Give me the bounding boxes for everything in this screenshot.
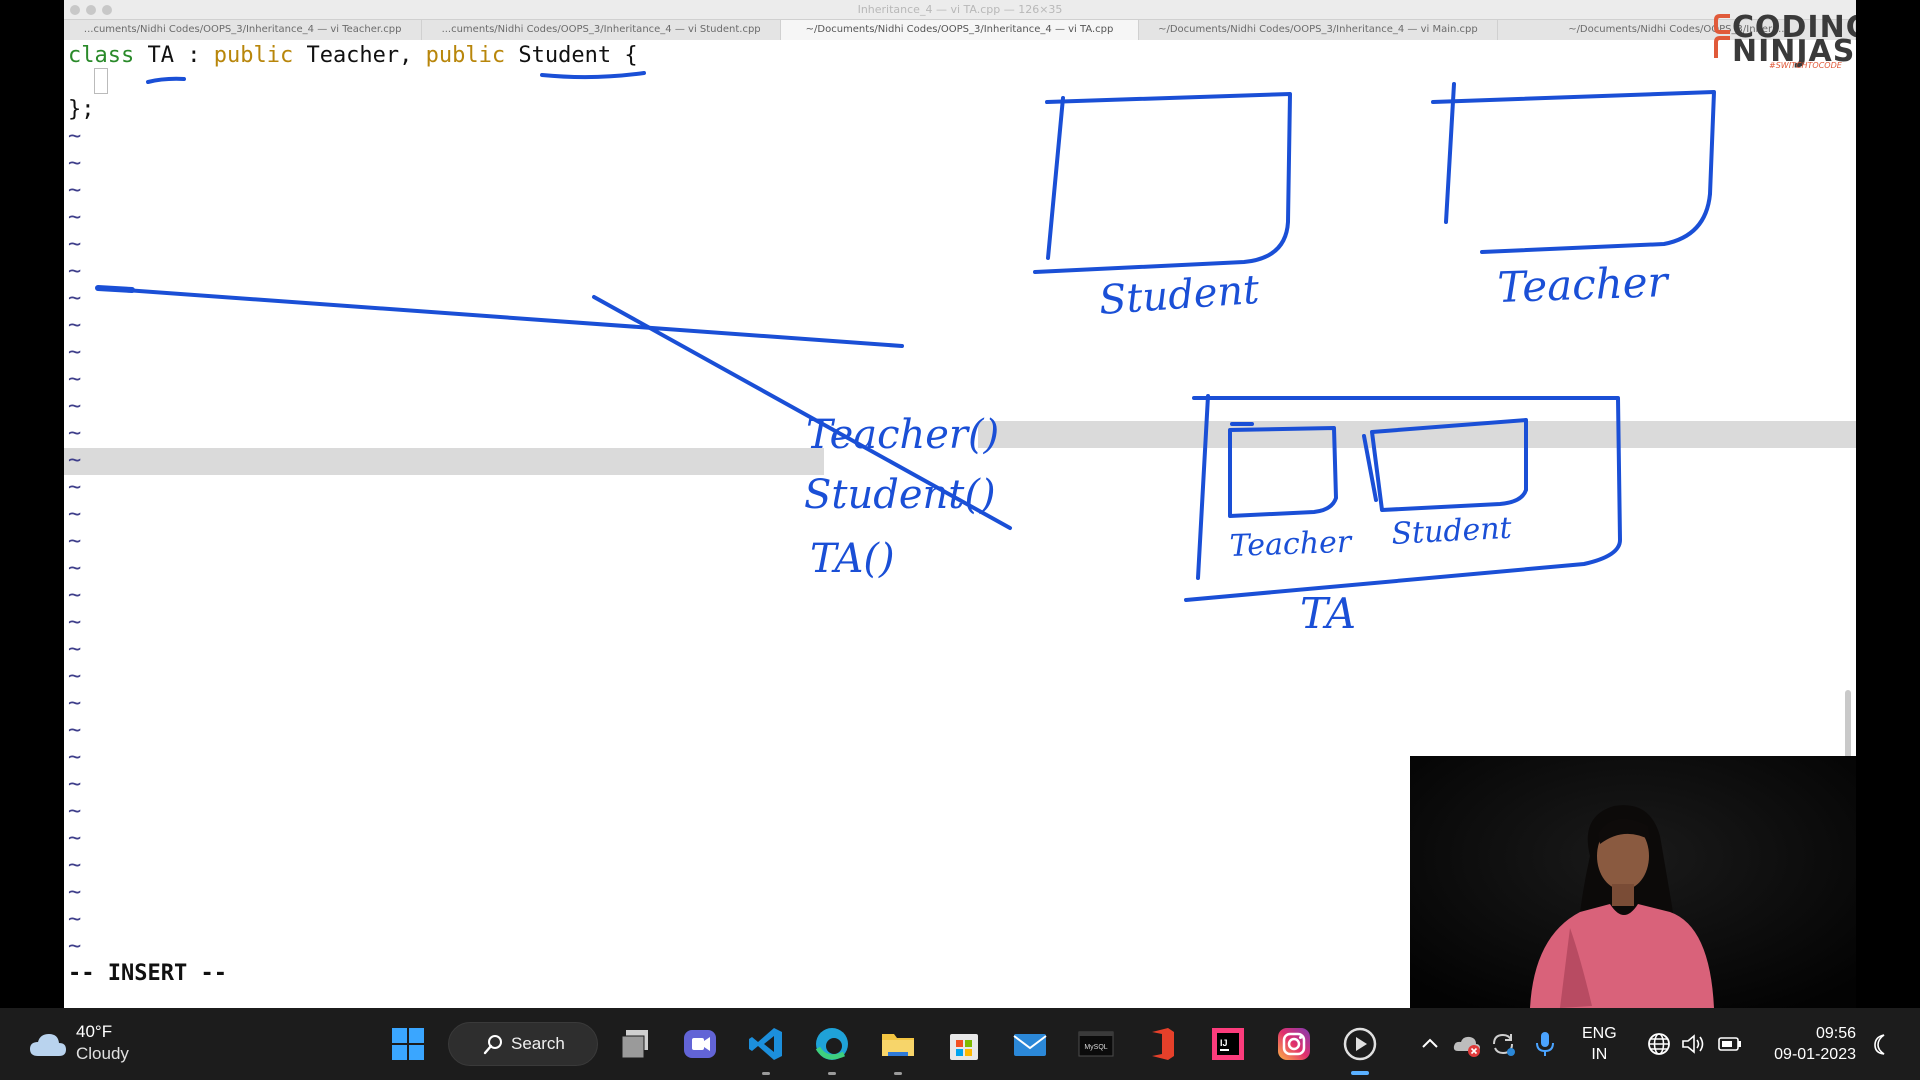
language-code: ENG [1582,1025,1617,1042]
webcam-overlay [1410,756,1856,1008]
teams-icon[interactable] [680,1024,720,1064]
arrow-head [95,285,135,293]
sync-icon[interactable] [1488,1029,1518,1059]
student-box-left-edge [1046,96,1065,260]
media-player-icon[interactable] [1340,1024,1380,1064]
label-inner-teacher: Teacher [1229,525,1353,564]
weather-condition: Cloudy [76,1044,129,1063]
edge-icon[interactable] [812,1024,852,1064]
label-inner-student: Student [1391,511,1514,552]
svg-text:IJ: IJ [1220,1038,1228,1048]
do-not-disturb-icon[interactable] [1868,1031,1894,1057]
battery-icon[interactable] [1716,1031,1744,1057]
weather-temperature: 40°F [76,1022,113,1041]
vscode-icon[interactable] [746,1024,786,1064]
running-indicator [828,1072,836,1075]
call-teacher-constructor: Teacher() [806,412,999,458]
ta-outer-box-left-edge [1196,394,1210,580]
student-box-outline [1033,92,1292,274]
ta-inner-teacher-box [1228,426,1338,518]
start-icon[interactable] [388,1024,428,1064]
svg-text:MySQL: MySQL [1084,1044,1107,1051]
clock-time: 09:56 [1815,1025,1856,1042]
chevron-up-icon[interactable] [1418,1032,1442,1056]
ta-inner-student-box [1370,418,1528,512]
call-student-constructor: Student() [804,472,996,518]
system-clock[interactable]: 09:56 09-01-2023 [1762,1023,1856,1065]
taskbar-search-box[interactable]: Search [448,1022,598,1066]
language-indicator[interactable]: ENG IN [1582,1023,1617,1065]
search-label: Search [511,1034,565,1053]
mail-icon[interactable] [1010,1024,1050,1064]
clock-date: 09-01-2023 [1774,1046,1856,1063]
volume-icon[interactable] [1680,1031,1706,1057]
file-explorer-icon[interactable] [878,1024,918,1064]
onedrive-icon[interactable] [1452,1029,1482,1059]
running-indicator [894,1072,902,1075]
mysql-icon[interactable]: MySQL [1076,1024,1116,1064]
label-ta: TA [1300,589,1356,638]
microphone-icon[interactable] [1532,1029,1558,1059]
underline-ta [146,76,186,84]
underline-student [540,71,646,80]
presenter-video [1410,756,1856,1008]
call-ta-constructor: TA() [810,536,895,582]
store-icon[interactable] [944,1024,984,1064]
running-indicator [762,1072,770,1075]
cloud-icon [30,1034,66,1056]
weather-widget[interactable]: 40°F Cloudy [28,1022,168,1066]
office-icon[interactable] [1142,1024,1182,1064]
search-icon [483,1035,502,1055]
task-view-icon[interactable] [616,1024,656,1064]
label-teacher: Teacher [1497,257,1672,312]
arrow-line [96,286,904,348]
network-icon[interactable] [1646,1031,1672,1057]
instagram-icon[interactable] [1274,1024,1314,1064]
label-student: Student [1097,267,1261,324]
active-app-indicator [1351,1071,1369,1075]
windows-taskbar: 40°F Cloudy Search MySQL IJ ENG IN 09:56… [0,1008,1920,1080]
teacher-box-left-edge [1444,82,1456,224]
region-code: IN [1591,1046,1608,1063]
teacher-box-outline [1431,90,1716,254]
intellij-icon[interactable]: IJ [1208,1024,1248,1064]
